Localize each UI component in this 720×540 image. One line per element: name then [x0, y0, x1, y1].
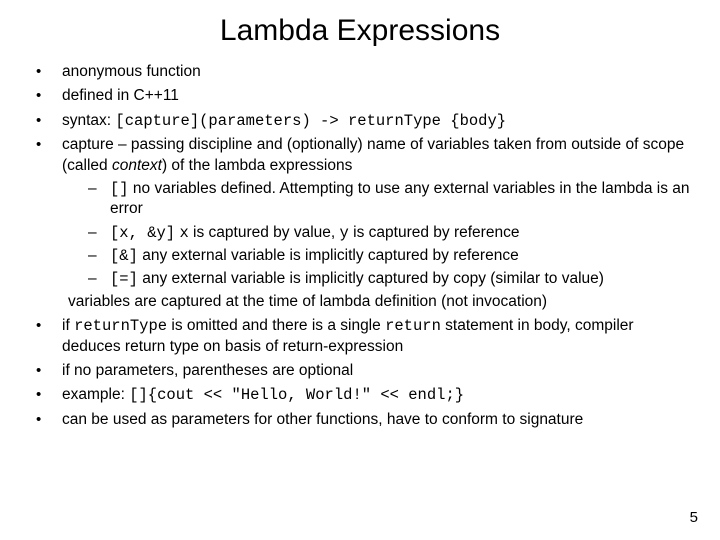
text: no variables defined. Attempting to use …	[110, 180, 690, 217]
sub-eq: [=] any external variable is implicitly …	[88, 269, 692, 289]
bullet-returntype: if returnType is omitted and there is a …	[30, 316, 692, 357]
mid: is captured by value,	[189, 224, 340, 241]
code1: returnType	[74, 317, 167, 335]
bullet-noparams: if no parameters, parentheses are option…	[30, 361, 692, 381]
x: x	[179, 224, 188, 242]
text: defined in C++11	[62, 87, 179, 104]
text-b: ) of the lambda expressions	[162, 157, 352, 174]
text: can be used as parameters for other func…	[62, 411, 583, 428]
label: example:	[62, 386, 129, 403]
bullet-parameters: can be used as parameters for other func…	[30, 410, 692, 430]
sub-amp: [&] any external variable is implicitly …	[88, 246, 692, 266]
text: any external variable is implicitly capt…	[138, 270, 604, 287]
text: anonymous function	[62, 63, 201, 80]
context-em: context	[112, 157, 162, 174]
code: [x, &y]	[110, 224, 175, 242]
b: is omitted and there is a single	[167, 317, 385, 334]
code: []	[110, 180, 129, 198]
syntax-code: [capture](parameters) -> returnType {bod…	[115, 112, 506, 130]
label: syntax:	[62, 112, 115, 129]
bullet-list: anonymous function defined in C++11 synt…	[28, 62, 692, 430]
bullet-anonymous: anonymous function	[30, 62, 692, 82]
capture-continuation: variables are captured at the time of la…	[68, 292, 692, 312]
bullet-capture: capture – passing discipline and (option…	[30, 135, 692, 312]
text: if no parameters, parentheses are option…	[62, 362, 353, 379]
slide: Lambda Expressions anonymous function de…	[0, 0, 720, 540]
sub-xy: [x, &y] x is captured by value, y is cap…	[88, 223, 692, 243]
text: any external variable is implicitly capt…	[138, 247, 519, 264]
code: [=]	[110, 270, 138, 288]
code2: return	[385, 317, 441, 335]
page-number: 5	[690, 509, 698, 526]
example-code: []{cout << "Hello, World!" << endl;}	[129, 386, 464, 404]
sub-empty: [] no variables defined. Attempting to u…	[88, 179, 692, 219]
y: y	[340, 224, 349, 242]
code: [&]	[110, 247, 138, 265]
bullet-syntax: syntax: [capture](parameters) -> returnT…	[30, 111, 692, 131]
bullet-cpp11: defined in C++11	[30, 86, 692, 106]
slide-title: Lambda Expressions	[28, 14, 692, 48]
a: if	[62, 317, 74, 334]
capture-sublist: [] no variables defined. Attempting to u…	[62, 179, 692, 289]
bullet-example: example: []{cout << "Hello, World!" << e…	[30, 385, 692, 405]
end: is captured by reference	[349, 224, 520, 241]
